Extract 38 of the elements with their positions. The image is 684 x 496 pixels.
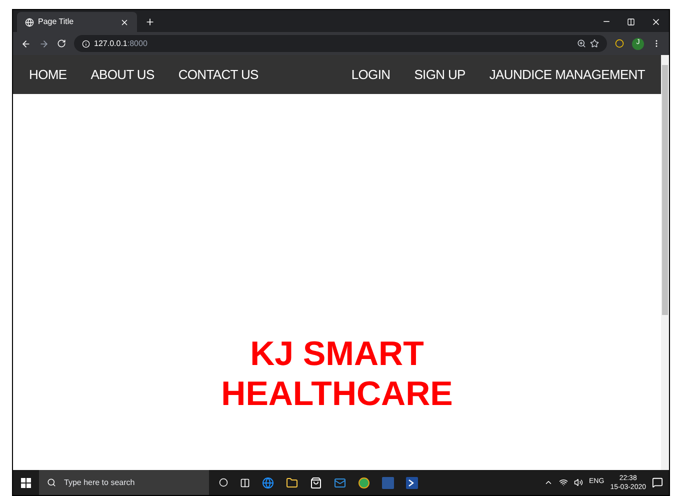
forward-icon[interactable] <box>39 38 49 48</box>
nav-link[interactable]: LOGIN <box>339 64 402 84</box>
mail-icon[interactable] <box>334 476 346 488</box>
zoom-icon[interactable] <box>577 39 586 48</box>
address-bar[interactable]: 127.0.0.1:8000 <box>74 35 607 52</box>
folder-icon[interactable] <box>286 476 298 488</box>
search-icon <box>47 478 56 487</box>
chevron-up-icon[interactable] <box>544 478 554 487</box>
globe-icon <box>25 18 34 26</box>
back-icon[interactable] <box>21 38 31 48</box>
nav-link[interactable]: CONTACT US <box>166 64 270 84</box>
reload-icon[interactable] <box>57 39 66 48</box>
notification-icon[interactable] <box>652 477 663 488</box>
taskbar-search[interactable]: Type here to search <box>39 470 209 495</box>
store-icon[interactable] <box>310 476 322 488</box>
url-text: 127.0.0.1:8000 <box>94 38 148 50</box>
windows-icon[interactable] <box>21 478 31 488</box>
hero-title: HEALTHCARE <box>221 374 453 414</box>
task-view-icon[interactable] <box>240 478 250 488</box>
nav-link[interactable]: JAUNDICE MANAGEMENT <box>477 64 657 84</box>
nav-link[interactable]: HOME <box>17 64 79 84</box>
new-tab-icon[interactable] <box>145 17 155 27</box>
cortana-icon[interactable] <box>219 478 228 487</box>
hero-title: KJ SMART <box>250 334 424 374</box>
close-icon[interactable] <box>120 18 129 26</box>
nav-link[interactable]: ABOUT US <box>78 64 166 84</box>
network-icon[interactable] <box>559 478 568 487</box>
tab-title: Page Title <box>38 16 75 28</box>
browser-tab[interactable]: Page Title <box>17 12 137 32</box>
info-icon <box>82 40 90 48</box>
terminal-icon[interactable] <box>406 476 418 488</box>
close-window-icon[interactable] <box>651 17 661 27</box>
star-icon[interactable] <box>590 39 599 48</box>
volume-icon[interactable] <box>574 478 584 487</box>
restore-icon[interactable] <box>627 18 635 26</box>
scroll-thumb[interactable] <box>662 65 668 315</box>
search-placeholder: Type here to search <box>64 476 135 488</box>
nav-link[interactable]: SIGN UP <box>402 64 478 84</box>
